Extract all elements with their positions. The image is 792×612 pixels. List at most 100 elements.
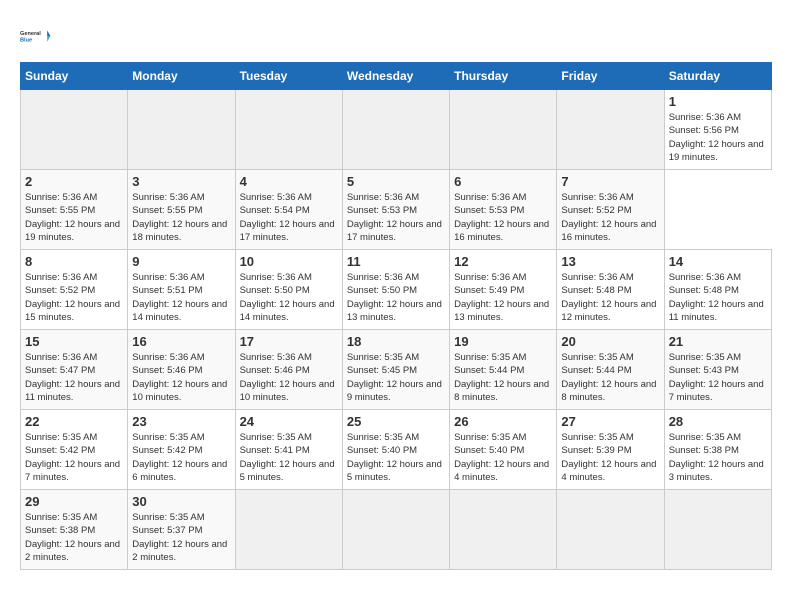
day-header-wednesday: Wednesday xyxy=(342,63,449,90)
day-number: 17 xyxy=(240,334,338,349)
day-number: 28 xyxy=(669,414,767,429)
day-info: Sunrise: 5:35 AMSunset: 5:44 PMDaylight:… xyxy=(561,352,656,403)
day-cell-21: 21 Sunrise: 5:35 AMSunset: 5:43 PMDayligh… xyxy=(664,330,771,410)
day-info: Sunrise: 5:36 AMSunset: 5:55 PMDaylight:… xyxy=(132,192,227,243)
day-number: 10 xyxy=(240,254,338,269)
day-cell-3: 3 Sunrise: 5:36 AMSunset: 5:55 PMDaylight… xyxy=(128,170,235,250)
day-cell-20: 20 Sunrise: 5:35 AMSunset: 5:44 PMDayligh… xyxy=(557,330,664,410)
svg-text:General: General xyxy=(20,31,41,37)
logo-icon: General Blue xyxy=(20,20,52,52)
day-cell-25: 25 Sunrise: 5:35 AMSunset: 5:40 PMDayligh… xyxy=(342,410,449,490)
day-cell-9: 9Sunrise: 5:36 AMSunset: 5:51 PMDaylight… xyxy=(128,250,235,330)
day-number: 14 xyxy=(669,254,767,269)
day-cell-18: 18Sunrise: 5:35 AMSunset: 5:45 PMDayligh… xyxy=(342,330,449,410)
day-header-sunday: Sunday xyxy=(21,63,128,90)
empty-cell xyxy=(21,90,128,170)
day-number: 16 xyxy=(132,334,230,349)
day-info: Sunrise: 5:35 AMSunset: 5:40 PMDaylight:… xyxy=(347,432,442,483)
day-info: Sunrise: 5:35 AMSunset: 5:37 PMDaylight:… xyxy=(132,512,227,563)
day-cell-5: 5 Sunrise: 5:36 AMSunset: 5:53 PMDaylight… xyxy=(342,170,449,250)
empty-cell xyxy=(450,90,557,170)
day-number: 12 xyxy=(454,254,552,269)
day-number: 27 xyxy=(561,414,659,429)
day-info: Sunrise: 5:36 AMSunset: 5:53 PMDaylight:… xyxy=(347,192,442,243)
day-cell-14: 14 Sunrise: 5:36 AMSunset: 5:48 PMDayligh… xyxy=(664,250,771,330)
day-number: 9 xyxy=(132,254,230,269)
day-info: Sunrise: 5:36 AMSunset: 5:48 PMDaylight:… xyxy=(669,272,764,323)
day-info: Sunrise: 5:36 AMSunset: 5:47 PMDaylight:… xyxy=(25,352,120,403)
calendar-week-3: 15 Sunrise: 5:36 AMSunset: 5:47 PMDayligh… xyxy=(21,330,772,410)
day-number: 26 xyxy=(454,414,552,429)
day-cell-8: 8Sunrise: 5:36 AMSunset: 5:52 PMDaylight… xyxy=(21,250,128,330)
day-info: Sunrise: 5:35 AMSunset: 5:44 PMDaylight:… xyxy=(454,352,549,403)
day-cell-12: 12 Sunrise: 5:36 AMSunset: 5:49 PMDayligh… xyxy=(450,250,557,330)
day-number: 20 xyxy=(561,334,659,349)
day-cell-16: 16 Sunrise: 5:36 AMSunset: 5:46 PMDayligh… xyxy=(128,330,235,410)
day-cell-2: 2Sunrise: 5:36 AMSunset: 5:55 PMDaylight… xyxy=(21,170,128,250)
day-info: Sunrise: 5:36 AMSunset: 5:54 PMDaylight:… xyxy=(240,192,335,243)
day-cell-1: 1 Sunrise: 5:36 AMSunset: 5:56 PMDaylight… xyxy=(664,90,771,170)
day-cell-11: 11Sunrise: 5:36 AMSunset: 5:50 PMDayligh… xyxy=(342,250,449,330)
day-number: 21 xyxy=(669,334,767,349)
empty-cell xyxy=(342,490,449,570)
day-cell-17: 17 Sunrise: 5:36 AMSunset: 5:46 PMDayligh… xyxy=(235,330,342,410)
calendar-week-5: 29 Sunrise: 5:35 AMSunset: 5:38 PMDayligh… xyxy=(21,490,772,570)
day-cell-30: 30 Sunrise: 5:35 AMSunset: 5:37 PMDayligh… xyxy=(128,490,235,570)
day-number: 1 xyxy=(669,94,767,109)
day-number: 29 xyxy=(25,494,123,509)
day-info: Sunrise: 5:35 AMSunset: 5:43 PMDaylight:… xyxy=(669,352,764,403)
day-info: Sunrise: 5:35 AMSunset: 5:41 PMDaylight:… xyxy=(240,432,335,483)
day-cell-22: 22Sunrise: 5:35 AMSunset: 5:42 PMDayligh… xyxy=(21,410,128,490)
day-info: Sunrise: 5:36 AMSunset: 5:48 PMDaylight:… xyxy=(561,272,656,323)
day-info: Sunrise: 5:35 AMSunset: 5:38 PMDaylight:… xyxy=(25,512,120,563)
day-number: 6 xyxy=(454,174,552,189)
day-number: 24 xyxy=(240,414,338,429)
day-cell-6: 6Sunrise: 5:36 AMSunset: 5:53 PMDaylight… xyxy=(450,170,557,250)
day-number: 4 xyxy=(240,174,338,189)
day-cell-13: 13 Sunrise: 5:36 AMSunset: 5:48 PMDayligh… xyxy=(557,250,664,330)
day-header-saturday: Saturday xyxy=(664,63,771,90)
day-info: Sunrise: 5:36 AMSunset: 5:49 PMDaylight:… xyxy=(454,272,549,323)
day-cell-7: 7Sunrise: 5:36 AMSunset: 5:52 PMDaylight… xyxy=(557,170,664,250)
day-info: Sunrise: 5:36 AMSunset: 5:46 PMDaylight:… xyxy=(240,352,335,403)
day-cell-29: 29 Sunrise: 5:35 AMSunset: 5:38 PMDayligh… xyxy=(21,490,128,570)
empty-cell xyxy=(557,90,664,170)
day-number: 30 xyxy=(132,494,230,509)
calendar-week-0: 1 Sunrise: 5:36 AMSunset: 5:56 PMDaylight… xyxy=(21,90,772,170)
calendar-week-1: 2Sunrise: 5:36 AMSunset: 5:55 PMDaylight… xyxy=(21,170,772,250)
empty-cell xyxy=(235,90,342,170)
empty-cell xyxy=(128,90,235,170)
day-header-monday: Monday xyxy=(128,63,235,90)
day-info: Sunrise: 5:36 AMSunset: 5:46 PMDaylight:… xyxy=(132,352,227,403)
day-info: Sunrise: 5:35 AMSunset: 5:39 PMDaylight:… xyxy=(561,432,656,483)
empty-cell xyxy=(450,490,557,570)
day-number: 23 xyxy=(132,414,230,429)
day-number: 3 xyxy=(132,174,230,189)
day-number: 8 xyxy=(25,254,123,269)
day-info: Sunrise: 5:36 AMSunset: 5:55 PMDaylight:… xyxy=(25,192,120,243)
calendar-week-2: 8Sunrise: 5:36 AMSunset: 5:52 PMDaylight… xyxy=(21,250,772,330)
day-info: Sunrise: 5:35 AMSunset: 5:42 PMDaylight:… xyxy=(132,432,227,483)
day-cell-23: 23 Sunrise: 5:35 AMSunset: 5:42 PMDayligh… xyxy=(128,410,235,490)
day-info: Sunrise: 5:36 AMSunset: 5:56 PMDaylight:… xyxy=(669,112,764,163)
day-cell-26: 26 Sunrise: 5:35 AMSunset: 5:40 PMDayligh… xyxy=(450,410,557,490)
day-info: Sunrise: 5:35 AMSunset: 5:45 PMDaylight:… xyxy=(347,352,442,403)
day-number: 5 xyxy=(347,174,445,189)
empty-cell xyxy=(342,90,449,170)
day-info: Sunrise: 5:35 AMSunset: 5:38 PMDaylight:… xyxy=(669,432,764,483)
empty-cell xyxy=(235,490,342,570)
day-header-tuesday: Tuesday xyxy=(235,63,342,90)
day-cell-19: 19 Sunrise: 5:35 AMSunset: 5:44 PMDayligh… xyxy=(450,330,557,410)
day-info: Sunrise: 5:36 AMSunset: 5:50 PMDaylight:… xyxy=(240,272,335,323)
day-cell-27: 27 Sunrise: 5:35 AMSunset: 5:39 PMDayligh… xyxy=(557,410,664,490)
day-cell-15: 15 Sunrise: 5:36 AMSunset: 5:47 PMDayligh… xyxy=(21,330,128,410)
day-info: Sunrise: 5:35 AMSunset: 5:40 PMDaylight:… xyxy=(454,432,549,483)
day-header-thursday: Thursday xyxy=(450,63,557,90)
day-header-friday: Friday xyxy=(557,63,664,90)
day-number: 15 xyxy=(25,334,123,349)
day-number: 13 xyxy=(561,254,659,269)
day-number: 19 xyxy=(454,334,552,349)
day-number: 7 xyxy=(561,174,659,189)
day-number: 11 xyxy=(347,254,445,269)
day-number: 25 xyxy=(347,414,445,429)
